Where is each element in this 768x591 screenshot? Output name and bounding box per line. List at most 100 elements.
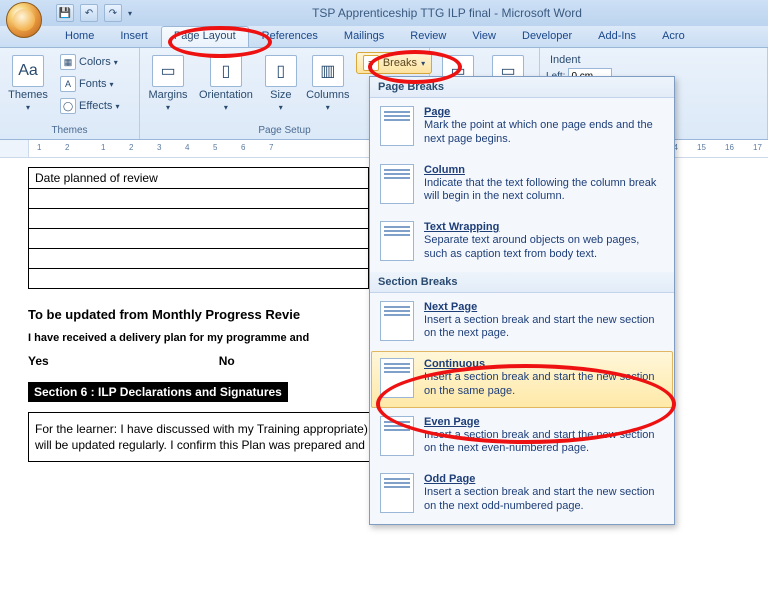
ruler-tick: 6 [241,143,245,152]
ruler-tick: 3 [157,143,161,152]
ruler-tick: 15 [697,143,706,152]
menu-title: Odd Page [424,473,664,485]
menu-desc: Insert a section break and start the new… [424,371,664,399]
themes-icon: Aa [12,55,44,87]
themes-label: Themes [8,89,48,101]
breaks-dropdown: Page Breaks PageMark the point at which … [369,76,675,525]
ruler-tick: 1 [37,143,41,152]
menu-item-text-wrapping[interactable]: Text WrappingSeparate text around object… [371,214,673,271]
breaks-icon: ≡ [363,55,379,71]
tab-references[interactable]: References [249,26,331,47]
columns-button[interactable]: ▥Columns▾ [306,52,350,124]
orientation-icon: ▯ [210,55,242,87]
table-cell[interactable] [29,249,369,269]
text-wrapping-icon [380,221,414,261]
menu-desc: Insert a section break and start the new… [424,429,664,457]
column-break-icon [380,164,414,204]
menu-desc: Indicate that the text following the col… [424,177,664,205]
ruler-tick: 5 [213,143,217,152]
table-header: Date planned of review [29,168,369,189]
size-icon: ▯ [265,55,297,87]
even-page-icon [380,416,414,456]
breaks-section-header: Page Breaks [370,77,674,98]
menu-desc: Insert a section break and start the new… [424,314,664,342]
effects-icon: ◯ [60,98,76,114]
redo-icon[interactable]: ↷ [104,4,122,22]
ribbon-tabs: Home Insert Page Layout References Maili… [0,26,768,48]
fonts-button[interactable]: AFonts▾ [56,74,123,94]
table-cell[interactable] [29,269,369,289]
quick-access-toolbar: 💾 ↶ ↷ ▾ [56,4,132,22]
breaks-button[interactable]: ≡ Breaks ▾ [356,52,432,74]
menu-item-continuous[interactable]: ContinuousInsert a section break and sta… [371,351,673,408]
odd-page-icon [380,473,414,513]
effects-label: Effects [79,100,112,112]
chevron-down-icon: ▾ [26,103,30,112]
menu-title: Text Wrapping [424,221,664,233]
tab-page-layout[interactable]: Page Layout [161,26,249,47]
breaks-section-header: Section Breaks [370,272,674,293]
title-bar: 💾 ↶ ↷ ▾ TSP Apprenticeship TTG ILP final… [0,0,768,26]
menu-item-odd-page[interactable]: Odd PageInsert a section break and start… [371,466,673,523]
orientation-button[interactable]: ▯Orientation▾ [196,52,256,124]
tab-addins[interactable]: Add-Ins [585,26,649,47]
menu-title: Next Page [424,301,664,313]
tab-review[interactable]: Review [397,26,459,47]
effects-button[interactable]: ◯Effects▾ [56,96,123,116]
menu-item-column-break[interactable]: ColumnIndicate that the text following t… [371,157,673,214]
next-page-icon [380,301,414,341]
columns-icon: ▥ [312,55,344,87]
tab-home[interactable]: Home [52,26,107,47]
tab-acrobat[interactable]: Acro [649,26,698,47]
page-break-icon [380,106,414,146]
save-icon[interactable]: 💾 [56,4,74,22]
undo-icon[interactable]: ↶ [80,4,98,22]
ruler-tick: 4 [185,143,189,152]
tab-mailings[interactable]: Mailings [331,26,397,47]
menu-item-even-page[interactable]: Even PageInsert a section break and star… [371,409,673,466]
ruler-tick: 2 [129,143,133,152]
themes-button[interactable]: Aa Themes ▾ [6,52,50,124]
orientation-label: Orientation [199,89,253,101]
menu-title: Even Page [424,416,664,428]
menu-title: Page [424,106,664,118]
table-cell[interactable] [29,209,369,229]
office-button[interactable] [6,2,42,38]
group-themes-label: Themes [6,124,133,137]
menu-desc: Insert a section break and start the new… [424,486,664,514]
colors-button[interactable]: ▦Colors▾ [56,52,123,72]
ruler-tick: 17 [753,143,762,152]
continuous-icon [380,358,414,398]
menu-item-next-page[interactable]: Next PageInsert a section break and star… [371,294,673,351]
size-label: Size [270,89,291,101]
menu-title: Column [424,164,664,176]
colors-icon: ▦ [60,54,76,70]
margins-button[interactable]: ▭Margins▾ [146,52,190,124]
ruler-tick: 1 [101,143,105,152]
table-cell[interactable] [29,189,369,209]
fonts-icon: A [60,76,76,92]
tab-view[interactable]: View [459,26,509,47]
colors-label: Colors [79,56,111,68]
no-label: No [219,354,235,368]
breaks-label: Breaks [383,57,417,69]
fonts-label: Fonts [79,78,107,90]
yes-label: Yes [28,354,49,368]
ruler-tick: 7 [269,143,273,152]
menu-desc: Separate text around objects on web page… [424,234,664,262]
margins-icon: ▭ [152,55,184,87]
ruler-tick: 16 [725,143,734,152]
size-button[interactable]: ▯Size▾ [262,52,300,124]
menu-title: Continuous [424,358,664,370]
menu-desc: Mark the point at which one page ends an… [424,119,664,147]
group-themes: Aa Themes ▾ ▦Colors▾ AFonts▾ ◯Effects▾ T… [0,48,140,139]
margins-label: Margins [148,89,187,101]
tab-developer[interactable]: Developer [509,26,585,47]
ruler-tick: 2 [65,143,69,152]
tab-insert[interactable]: Insert [107,26,161,47]
window-title: TSP Apprenticeship TTG ILP final - Micro… [132,6,762,20]
columns-label: Columns [306,89,349,101]
table-cell[interactable] [29,229,369,249]
menu-item-page-break[interactable]: PageMark the point at which one page end… [371,99,673,156]
indent-heading: Indent [546,52,761,68]
